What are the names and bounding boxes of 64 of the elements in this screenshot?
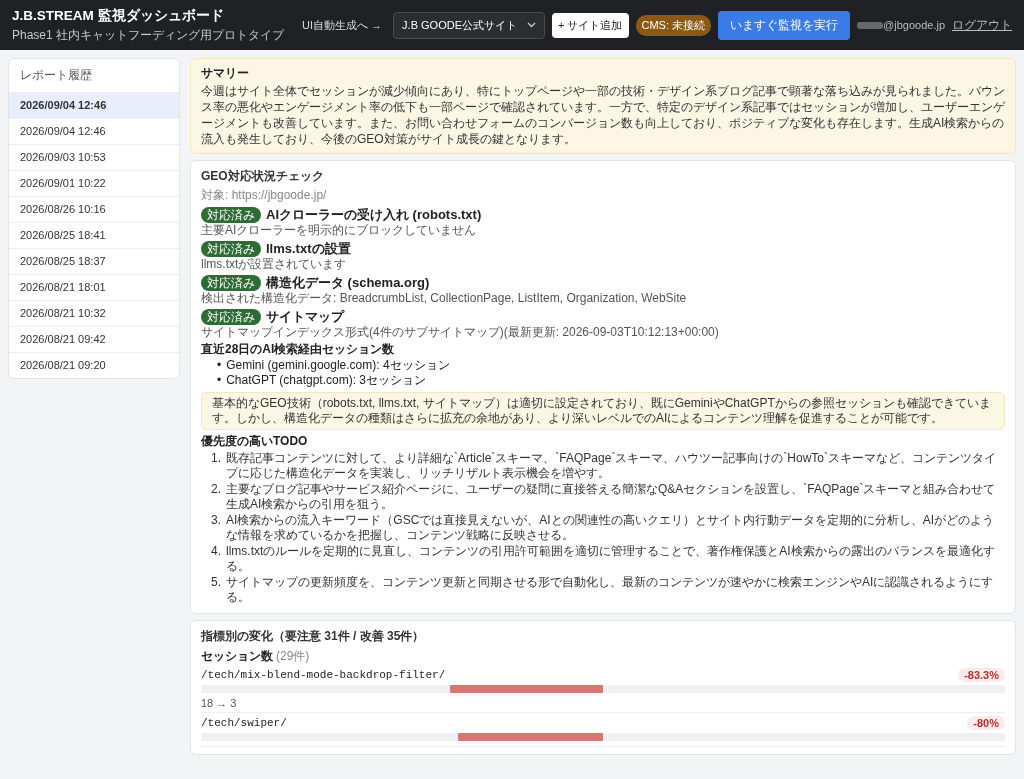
app-subtitle: Phase1 社内キャットフーディング用プロトタイプ [12, 26, 286, 44]
todo-item: 主要なブログ記事やサービス紹介ページに、ユーザーの疑問に直接答える簡潔なQ&Aセクションを設置し、`FAQPage`スキーマと組み合わせて生成AI検索からの引用を狙う。 [226, 482, 997, 512]
status-badge: 対応済み [201, 274, 261, 291]
change-badge: -80% [967, 716, 1005, 730]
session-item: Gemini (gemini.google.com): 4セッション [226, 358, 450, 373]
todo-item: AI検索からの流入キーワード（GSCでは直接見えないが、AIとの関連性の高いクエリ）とサイト内行動データを定期的に分析し、AIがどのような情報を求めているかを把握し、コンテンツ戦略に反映させる。 [226, 513, 996, 543]
check-title: llms.txtの設置 [266, 240, 351, 257]
section-heading: 優先度の高いTODO [201, 434, 309, 449]
list-number: 2. [211, 482, 221, 498]
report-history-item[interactable]: 2026/08/21 09:42 [9, 326, 179, 352]
todo-item: 既存記事コンテンツに対して、より詳細な`Article`スキーマ、`FAQPage`スキーマ、ハウツー記事向けの`HowTo`スキーマなど、コンテンツタイプに応じた構造化データを実装し、リッチリザルト表示機会を増やす。 [226, 451, 998, 481]
status-badge: 対応済み [201, 206, 261, 223]
bullet-mark: • [217, 373, 222, 388]
section-count: (29件) [276, 648, 310, 665]
check-detail: サイトマップインデックス形式(4件のサブサイトマップ)(最新更新: 2026-09-03T10:12:13+00:00) [201, 325, 720, 340]
check-detail: 主要AIクローラーを明示的にブロックしていません [201, 223, 478, 238]
run-monitor-button[interactable]: いますぐ監視を実行 [718, 10, 851, 40]
report-history-item[interactable]: 2026/08/21 10:32 [9, 300, 179, 326]
user-email: @jbgoode.jp [883, 19, 945, 31]
redaction-mark [857, 21, 884, 29]
todo-item: llms.txtのルールを定期的に見直し、コンテンツの引用許可範囲を適切に管理することで、著作権保護とAI検索からの露出のバランスを最適化する。 [226, 544, 996, 574]
report-history-item[interactable]: 2026/09/03 10:53 [9, 144, 179, 170]
card-title: 指標別の変化（要注意 31件 / 改善 35件） [201, 628, 426, 645]
list-number: 3. [211, 513, 221, 529]
check-title: AIクローラーの受け入れ (robots.txt) [266, 206, 482, 223]
add-site-button[interactable]: + サイト追加 [552, 12, 629, 38]
value-change: 18 → 3 [201, 697, 237, 709]
list-number: 5. [211, 575, 221, 591]
bullet-mark: • [217, 358, 222, 373]
check-detail: llms.txtが設置されています [201, 257, 348, 272]
status-badge: 対応済み [201, 240, 261, 257]
report-history-item[interactable]: 2026/09/04 12:46 [9, 118, 179, 144]
page-path: /tech/swiper/ [201, 717, 287, 729]
list-number: 4. [211, 544, 221, 560]
section-heading: セッション数 [201, 648, 273, 665]
check-title: 構造化データ (schema.org) [266, 274, 430, 291]
chevron-down-icon [527, 22, 536, 28]
app-title: J.B.STREAM 監視ダッシュボード [12, 6, 225, 25]
list-number: 1. [211, 451, 221, 467]
report-history-item[interactable]: 2026/08/25 18:41 [9, 222, 179, 248]
card-title: GEO対応状況チェック [201, 168, 325, 185]
summary-title: サマリー [201, 65, 250, 82]
report-history-item[interactable]: 2026/08/21 09:20 [9, 352, 179, 378]
target-url: 対象: https://jbgoode.jp/ [201, 187, 328, 204]
check-detail: 検出された構造化データ: BreadcrumbList, CollectionPage, ListItem, Organization, WebSite [201, 291, 688, 306]
summary-text: 今週はサイト全体でセッションが減少傾向にあり、特にトップページや一部の技術・デザイン系ブログ記事で顕著な落ち込みが見られました。バウンス率の悪化やエンゲージメント率の低下も一部ページで確認されています。一方で、特定のデザイン系記事ではセッションが増加し、ユーザーエンゲージメントも改善しています。また、お問い合わせフォームのコンバージョン数も向上しており、ポジティブな変化も存在します。生成AI検索からの流入も発生しており、今後のGEO対策がサイト成長の鍵となります。 [201, 83, 1005, 147]
report-history-item[interactable]: 2026/09/04 12:46 [9, 92, 179, 118]
section-heading: 直近28日のAI検索経由セッション数 [201, 342, 396, 357]
report-history-item[interactable]: 2026/09/01 10:22 [9, 170, 179, 196]
logout-link[interactable]: ログアウト [952, 16, 1012, 34]
report-history-item[interactable]: 2026/08/25 18:37 [9, 248, 179, 274]
cms-status-badge: CMS: 未接続 [635, 14, 712, 36]
session-item: ChatGPT (chatgpt.com): 3セッション [226, 373, 427, 388]
todo-item: サイトマップの更新頻度を、コンテンツ更新と同期させる形で自動化し、最新のコンテンツが速やかに検索エンジンやAIに認識されるようにする。 [226, 575, 995, 605]
geo-note: 基本的なGEO技術（robots.txt, llms.txt, サイトマップ）は適切に設定されており、既にGeminiやChatGPTからの参照セッションも確認できています。しかし、構造化データの種類はさらに拡充の余地があり、より深いレベルでのAIによるコンテンツ理解を促進することが可能です。 [201, 392, 1005, 430]
check-title: サイトマップ [266, 308, 344, 325]
site-select[interactable]: J.B GOODE公式サイト [393, 11, 545, 39]
status-badge: 対応済み [201, 308, 261, 325]
report-history-item[interactable]: 2026/08/21 18:01 [9, 274, 179, 300]
page-path: /tech/mix-blend-mode-backdrop-filter/ [201, 669, 446, 681]
sidebar-title: レポート履歴 [19, 67, 93, 84]
change-badge: -83.3% [958, 668, 1005, 682]
ui-generate-link[interactable]: UI自動生成へ → [302, 17, 383, 33]
report-history-item[interactable]: 2026/08/26 10:16 [9, 196, 179, 222]
